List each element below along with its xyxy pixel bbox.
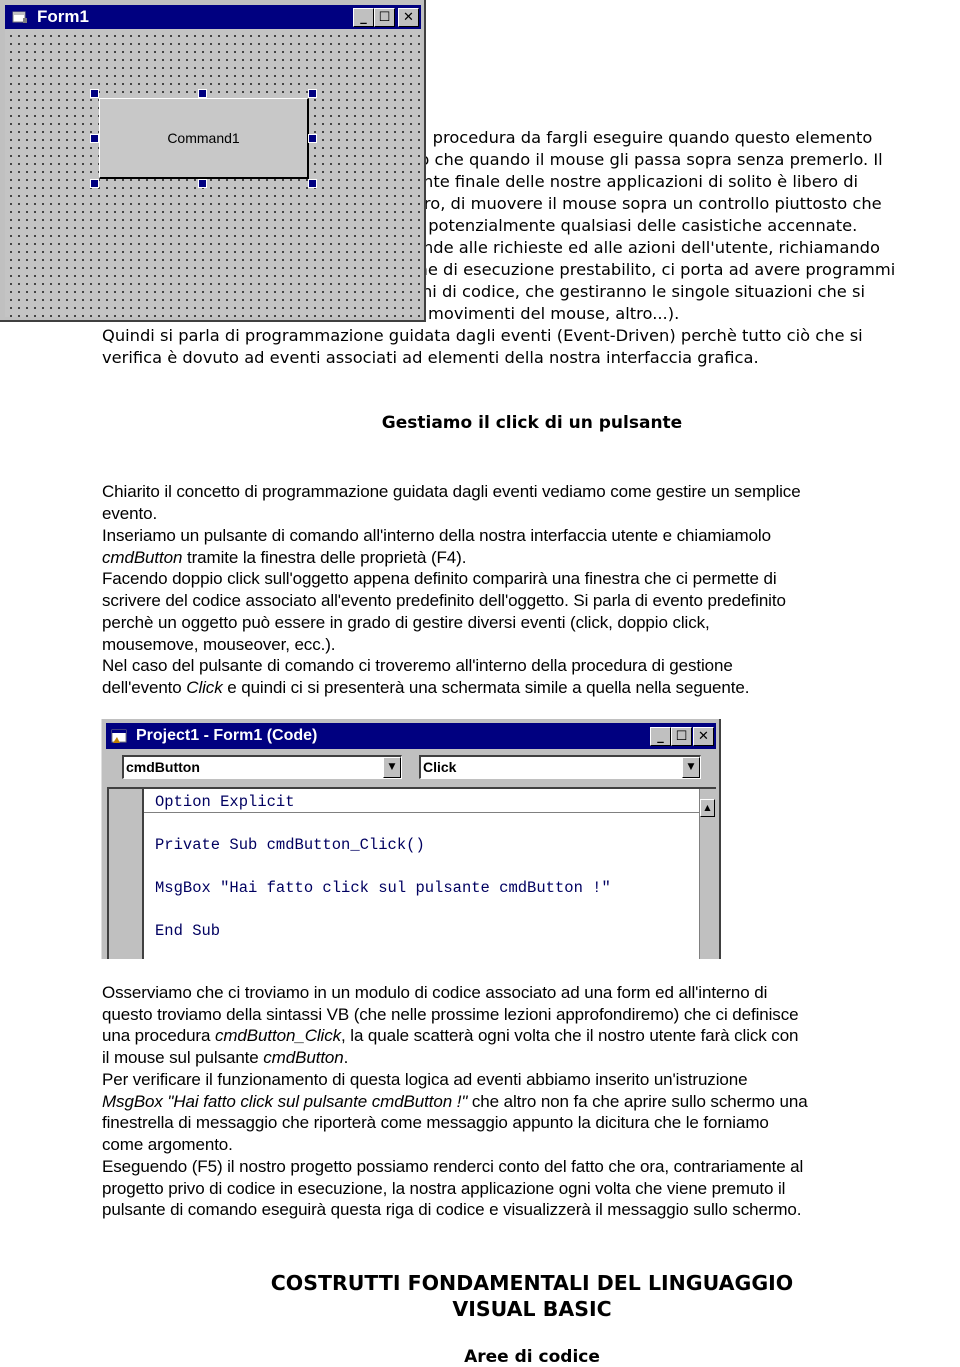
command1-button[interactable]: Command1 [99, 98, 309, 179]
close-icon: ✕ [403, 10, 414, 25]
code-identifier: cmdButton [102, 548, 183, 567]
maximize-icon: ☐ [675, 729, 688, 744]
intro-line: chi di codice, che gestiranno le singole… [413, 282, 865, 301]
resize-handle[interactable] [198, 179, 207, 188]
code-window: Project1 - Form1 (Code) _ ☐ ✕ cmdButton … [101, 719, 721, 959]
body-line: dell'evento Click e quindi ci si present… [102, 677, 749, 699]
chevron-down-icon[interactable]: ▼ [682, 757, 700, 778]
body-line: Inseriamo un pulsante di comando all'int… [102, 526, 771, 545]
intro-line: ente finale delle nostre applicazioni di… [413, 172, 859, 191]
resize-handle[interactable] [90, 134, 99, 143]
body-text: , la quale scatterà ogni volta che il no… [341, 1026, 799, 1045]
minimize-button[interactable]: _ [650, 727, 671, 746]
close-icon: ✕ [698, 729, 709, 744]
body-line: mousemove, mouseover, ecc.). [102, 635, 336, 654]
resize-handle[interactable] [198, 89, 207, 98]
body-line: Per verificare il funzionamento di quest… [102, 1070, 748, 1089]
resize-handle[interactable] [90, 89, 99, 98]
resize-handle[interactable] [308, 134, 317, 143]
form1-titlebar[interactable]: Form1 _ ☐ ✕ [5, 5, 421, 29]
body-line: Chiarito il concetto di programmazione g… [102, 482, 801, 501]
object-combo[interactable]: cmdButton ▼ [122, 755, 402, 779]
body-text: . [343, 1048, 349, 1067]
code-window-titlebar[interactable]: Project1 - Form1 (Code) _ ☐ ✕ [106, 723, 716, 749]
body-text: che altro non fa che aprire sullo scherm… [467, 1092, 808, 1111]
body-text: dell'evento [102, 678, 187, 697]
code-line: Option Explicit [155, 793, 295, 811]
code-identifier: cmdButton [263, 1048, 344, 1067]
intro-line: to che quando il mouse gli passa sopra s… [413, 150, 883, 169]
chapter-title-line2: VISUAL BASIC [452, 1297, 612, 1321]
minimize-icon: _ [657, 729, 664, 744]
section-heading: Gestiamo il click di un pulsante [381, 413, 683, 433]
body-line: Osserviamo che ci troviamo in un modulo … [102, 983, 768, 1002]
body-line: perchè un oggetto può essere in grado di… [102, 613, 710, 632]
chapter-title-line1: COSTRUTTI FONDAMENTALI DEL LINGUAGGIO [270, 1271, 794, 1295]
body-line: scrivere del codice associato all'evento… [102, 591, 786, 610]
project-icon [111, 729, 127, 743]
code-editor[interactable]: Option Explicit Private Sub cmdButton_Cl… [107, 787, 716, 959]
chapter-subheading: Aree di codice [464, 1347, 600, 1367]
body-line: Eseguendo (F5) il nostro progetto possia… [102, 1157, 804, 1176]
code-window-title: Project1 - Form1 (Code) [136, 727, 318, 744]
code-snippet: MsgBox "Hai fatto click sul pulsante cmd… [102, 1092, 468, 1111]
procedure-separator [144, 812, 701, 813]
body-line: pulsante di comando eseguirà questa riga… [102, 1200, 802, 1219]
maximize-button[interactable]: ☐ [671, 727, 692, 746]
intro-line: la procedura da fargli eseguire quando q… [413, 128, 873, 147]
code-identifier: cmdButton_Click [214, 1026, 342, 1045]
body-text: tramite la finestra delle proprietà (F4)… [182, 548, 467, 567]
code-line: Private Sub cmdButton_Click() [155, 836, 425, 854]
body-line: il mouse sul pulsante cmdButton. [102, 1047, 348, 1069]
body-text: e quindi ci si presenterà una schermata … [222, 678, 750, 697]
form1-window: Form1 _ ☐ ✕ Command1 [0, 0, 426, 322]
body-text: una procedura [102, 1026, 215, 1045]
body-line: finestrella di messaggio che riporterà c… [102, 1113, 769, 1132]
maximize-icon: ☐ [378, 10, 391, 25]
body-line: cmdButton tramite la finestra delle prop… [102, 547, 466, 569]
resize-handle[interactable] [308, 179, 317, 188]
minimize-button[interactable]: _ [353, 8, 374, 27]
scroll-up-icon[interactable]: ▲ [700, 799, 715, 817]
code-line: End Sub [155, 922, 221, 940]
body-line: progetto privo di codice in esecuzione, … [102, 1179, 786, 1198]
margin-indicator-bar [109, 789, 144, 959]
object-combo-value: cmdButton [126, 759, 200, 775]
code-line: MsgBox "Hai fatto click sul pulsante cmd… [155, 879, 611, 897]
intro-line: Quindi si parla di programmazione guidat… [102, 326, 863, 345]
chevron-down-icon[interactable]: ▼ [383, 757, 401, 778]
event-name: Click [186, 678, 223, 697]
body-line: una procedura cmdButton_Click, la quale … [102, 1025, 799, 1047]
close-button[interactable]: ✕ [693, 727, 714, 746]
body-text: il mouse sul pulsante [102, 1048, 264, 1067]
procedure-combo-value: Click [423, 759, 457, 775]
resize-handle[interactable] [90, 179, 99, 188]
intro-line: ltro, di muovere il mouse sopra un contr… [413, 194, 882, 213]
body-line: Nel caso del pulsante di comando ci trov… [102, 656, 733, 675]
resize-handle[interactable] [308, 89, 317, 98]
form-icon [12, 11, 27, 23]
command1-label: Command1 [167, 130, 240, 146]
intro-line: movimenti del mouse, altro...). [428, 304, 680, 323]
body-line: Facendo doppio click sull'oggetto appena… [102, 569, 777, 588]
intro-line: e potenzialmente qualsiasi delle casisti… [413, 216, 858, 235]
body-line: MsgBox "Hai fatto click sul pulsante cmd… [102, 1091, 808, 1113]
intro-line: onde alle richieste ed alle azioni dell'… [413, 238, 880, 257]
intro-line: verifica è dovuto ad eventi associati ad… [102, 348, 759, 367]
form1-title: Form1 [37, 7, 89, 26]
minimize-icon: _ [360, 10, 367, 25]
body-line: come argomento. [102, 1135, 233, 1154]
body-line: evento. [102, 504, 158, 523]
vertical-scrollbar[interactable]: ▲ [699, 789, 716, 959]
maximize-button[interactable]: ☐ [374, 8, 395, 27]
body-line: questo troviamo della sintassi VB (che n… [102, 1005, 799, 1024]
close-button[interactable]: ✕ [398, 8, 419, 27]
procedure-combo[interactable]: Click ▼ [419, 755, 701, 779]
intro-line: ine di esecuzione prestabilito, ci porta… [413, 260, 896, 279]
